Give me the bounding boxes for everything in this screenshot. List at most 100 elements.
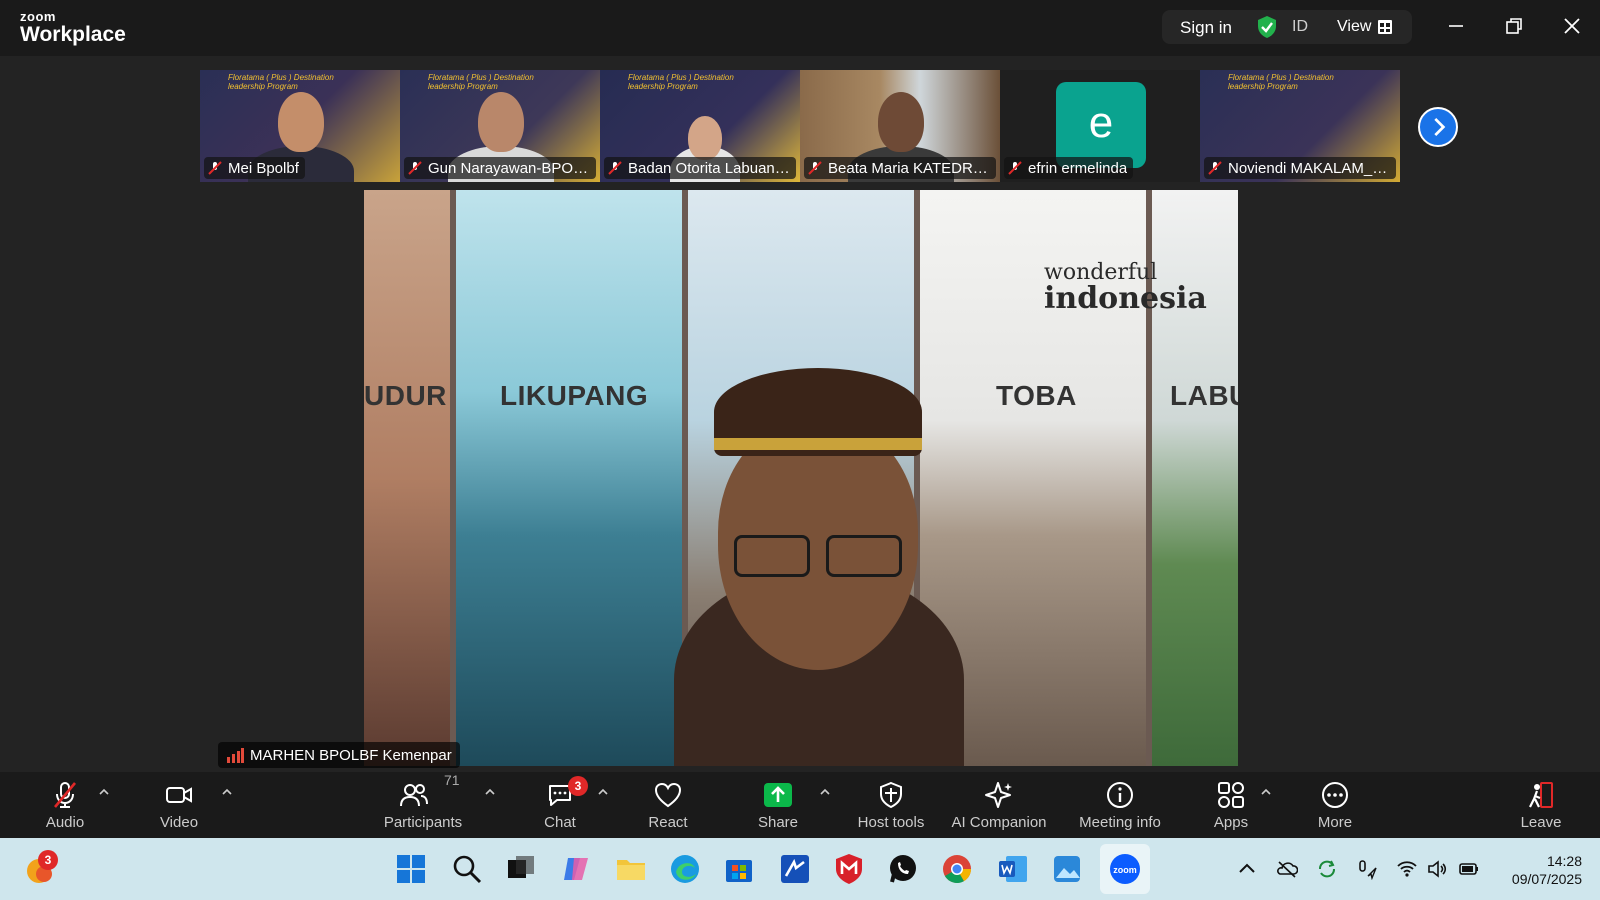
sign-in-button[interactable]: Sign in [1180,18,1232,38]
chevron-up-icon[interactable] [597,786,609,798]
wifi-icon[interactable] [1396,858,1418,880]
muted-mic-icon [808,161,822,175]
meeting-info-button[interactable]: Meeting info [1068,772,1172,838]
apps-button[interactable]: Apps [1200,772,1262,838]
clock-date: 09/07/2025 [1511,871,1582,887]
leave-button[interactable]: Leave [1510,772,1572,838]
battery-icon[interactable] [1458,858,1480,880]
ai-companion-button[interactable]: AI Companion [942,772,1056,838]
video-camera-icon [166,787,192,803]
sync-icon[interactable] [1316,858,1338,880]
clock-time: 14:28 [1546,853,1582,869]
location-mic-icon[interactable] [1356,858,1378,880]
participant-strip: Floratama ( Plus ) Destination leadershi… [200,70,1400,182]
more-label: More [1317,814,1353,831]
chevron-up-icon[interactable] [819,786,831,798]
share-screen-icon [764,783,792,807]
muted-mic-icon [608,161,622,175]
windows-taskbar: 3 zoom 14:28 09/07/2025 [0,838,1600,900]
speaker-nametag: MARHEN BPOLBF Kemenpar [218,742,460,768]
participant-nametag: efrin ermelinda [1004,157,1134,179]
sparkle-icon [985,782,1012,808]
grid-view-icon[interactable] [1377,19,1393,35]
restore-icon[interactable] [1502,14,1526,38]
participant-name: Badan Otorita Labuan ... [628,159,790,177]
participant-tile[interactable]: Floratama ( Plus ) Destination leadershi… [200,70,400,182]
more-dots-icon [1322,782,1348,808]
destination-label: LABU [1170,380,1238,411]
participant-nametag: Badan Otorita Labuan ... [604,157,796,179]
banner-text: Floratama ( Plus ) Destination leadershi… [628,73,734,91]
mcafee-icon[interactable] [832,852,866,886]
whatsapp-icon[interactable] [886,852,920,886]
chat-button[interactable]: 3 Chat [528,772,592,838]
participant-tile[interactable]: Floratama ( Plus ) Destination leadershi… [600,70,800,182]
participant-name: Mei Bpolbf [228,159,299,177]
participant-tile[interactable]: Floratama ( Plus ) Destination leadershi… [1200,70,1400,182]
next-page-chevron-icon[interactable] [1418,107,1458,147]
chevron-up-icon[interactable] [221,786,233,798]
participants-button[interactable]: 71 Participants [378,772,468,838]
destination-label: TOBA [996,380,1077,411]
windows-start-icon[interactable] [394,852,428,886]
onedrive-icon[interactable] [1276,858,1298,880]
participants-icon [400,784,428,807]
more-button[interactable]: More [1304,772,1366,838]
host-shield-icon [880,781,902,809]
search-icon[interactable] [450,852,484,886]
destination-label: UDUR [364,380,447,411]
participant-tile[interactable]: Beata Maria KATEDRA... [800,70,1000,182]
volume-icon[interactable] [1426,858,1448,880]
apps-icon [1218,782,1244,808]
word-icon[interactable] [996,852,1030,886]
share-button[interactable]: Share [746,772,810,838]
video-label: Video [159,814,199,831]
participants-label: Participants [383,814,463,831]
notification-badge: 3 [38,850,58,870]
photos-icon[interactable] [1050,852,1084,886]
minimize-icon[interactable] [1444,14,1468,38]
participant-tile[interactable]: Floratama ( Plus ) Destination leadershi… [400,70,600,182]
logo-zoom-text: zoom [20,9,56,24]
participant-name: Noviendi MAKALAM_K... [1228,159,1390,177]
chevron-up-icon[interactable] [484,786,496,798]
leave-label: Leave [1520,814,1562,831]
banner-text: Floratama ( Plus ) Destination leadershi… [1228,73,1334,91]
info-icon [1107,782,1133,808]
video-button[interactable]: Video [148,772,210,838]
chevron-up-icon[interactable] [98,786,110,798]
host-tools-button[interactable]: Host tools [846,772,936,838]
participant-name: efrin ermelinda [1028,159,1128,177]
participant-nametag: Noviendi MAKALAM_K... [1204,157,1396,179]
host-tools-label: Host tools [857,814,925,831]
file-explorer-icon[interactable] [614,852,648,886]
edge-browser-icon[interactable] [668,852,702,886]
muted-mic-icon [1208,161,1222,175]
audio-label: Audio [45,814,85,831]
chrome-icon[interactable] [940,852,974,886]
muted-mic-icon [208,161,222,175]
react-button[interactable]: React [636,772,700,838]
close-icon[interactable] [1560,14,1584,38]
app-shortcut-icon[interactable] [778,852,812,886]
view-button[interactable]: View [1337,18,1371,36]
task-view-icon[interactable] [504,852,538,886]
destination-label: LIKUPANG [500,380,649,411]
audio-button[interactable]: Audio [34,772,96,838]
title-bar: zoom Workplace Sign in ID View [0,0,1600,56]
microsoft-store-icon[interactable] [722,852,756,886]
chevron-up-icon[interactable] [1260,786,1272,798]
system-clock[interactable]: 14:28 09/07/2025 [1492,852,1582,888]
banner-text: Floratama ( Plus ) Destination leadershi… [428,73,534,91]
meeting-id-label[interactable]: ID [1292,18,1308,36]
chevron-up-icon[interactable] [1236,858,1258,880]
copilot-icon[interactable] [560,852,594,886]
participant-tile[interactable]: e efrin ermelinda [1000,70,1200,182]
muted-mic-icon [54,782,76,808]
active-speaker-video[interactable]: UDUR LIKUPANG M YA TOBA LABU wonderful i… [364,190,1238,766]
encryption-shield-icon[interactable] [1256,15,1278,39]
share-label: Share [757,814,799,831]
zoom-app-icon[interactable]: zoom [1108,852,1142,886]
signal-strength-icon [227,748,244,763]
participant-nametag: Beata Maria KATEDRA... [804,157,996,179]
